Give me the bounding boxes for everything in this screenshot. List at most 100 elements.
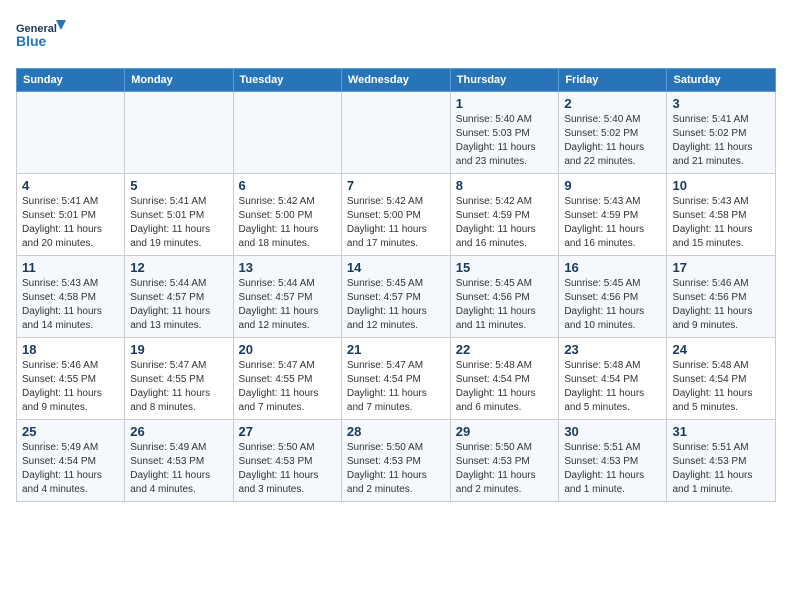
date-number: 24 [672,342,770,357]
calendar-cell: 28Sunrise: 5:50 AM Sunset: 4:53 PM Dayli… [341,420,450,502]
calendar-cell: 24Sunrise: 5:48 AM Sunset: 4:54 PM Dayli… [667,338,776,420]
cell-content: Sunrise: 5:41 AM Sunset: 5:02 PM Dayligh… [672,113,770,169]
calendar-cell [17,92,125,174]
date-number: 15 [456,260,554,275]
cell-content: Sunrise: 5:48 AM Sunset: 4:54 PM Dayligh… [456,359,554,415]
calendar-cell: 22 Sunrise: 5:48 AM Sunset: 4:54 PM Dayli… [450,338,559,420]
calendar-cell: 6 Sunrise: 5:42 AM Sunset: 5:00 PM Daylig… [233,174,341,256]
calendar-cell: 7 Sunrise: 5:42 AM Sunset: 5:00 PM Daylig… [341,174,450,256]
logo: General Blue [16,16,66,60]
header-row: SundayMondayTuesdayWednesdayThursdayFrid… [17,69,776,92]
week-row-1: 1Sunrise: 5:40 AM Sunset: 5:03 PM Daylig… [17,92,776,174]
calendar-cell: 26 Sunrise: 5:49 AM Sunset: 4:53 PM Dayli… [125,420,233,502]
date-number: 13 [239,260,336,275]
cell-content: Sunrise: 5:45 AM Sunset: 4:56 PM Dayligh… [564,277,661,333]
week-row-4: 18 Sunrise: 5:46 AM Sunset: 4:55 PM Dayli… [17,338,776,420]
date-number: 23 [564,342,661,357]
calendar-cell: 2 Sunrise: 5:40 AM Sunset: 5:02 PM Daylig… [559,92,667,174]
cell-content: Sunrise: 5:50 AM Sunset: 4:53 PM Dayligh… [239,441,336,497]
calendar-cell: 16 Sunrise: 5:45 AM Sunset: 4:56 PM Dayli… [559,256,667,338]
svg-text:Blue: Blue [16,33,47,49]
date-number: 20 [239,342,336,357]
cell-content: Sunrise: 5:42 AM Sunset: 5:00 PM Dayligh… [347,195,445,251]
cell-content: Sunrise: 5:41 AM Sunset: 5:01 PM Dayligh… [130,195,227,251]
calendar-cell [341,92,450,174]
calendar-cell: 8Sunrise: 5:42 AM Sunset: 4:59 PM Daylig… [450,174,559,256]
day-header-sunday: Sunday [17,69,125,92]
cell-content: Sunrise: 5:47 AM Sunset: 4:54 PM Dayligh… [347,359,445,415]
date-number: 9 [564,178,661,193]
calendar-cell: 3 Sunrise: 5:41 AM Sunset: 5:02 PM Daylig… [667,92,776,174]
calendar-cell: 11Sunrise: 5:43 AM Sunset: 4:58 PM Dayli… [17,256,125,338]
calendar-cell [125,92,233,174]
date-number: 5 [130,178,227,193]
day-header-friday: Friday [559,69,667,92]
cell-content: Sunrise: 5:48 AM Sunset: 4:54 PM Dayligh… [564,359,661,415]
cell-content: Sunrise: 5:51 AM Sunset: 4:53 PM Dayligh… [672,441,770,497]
calendar-cell: 23 Sunrise: 5:48 AM Sunset: 4:54 PM Dayli… [559,338,667,420]
date-number: 7 [347,178,445,193]
calendar-cell: 19Sunrise: 5:47 AM Sunset: 4:55 PM Dayli… [125,338,233,420]
page-header: General Blue [16,16,776,60]
logo-svg: General Blue [16,16,66,60]
date-number: 28 [347,424,445,439]
date-number: 30 [564,424,661,439]
cell-content: Sunrise: 5:49 AM Sunset: 4:53 PM Dayligh… [130,441,227,497]
date-number: 4 [22,178,119,193]
date-number: 31 [672,424,770,439]
cell-content: Sunrise: 5:44 AM Sunset: 4:57 PM Dayligh… [130,277,227,333]
date-number: 26 [130,424,227,439]
cell-content: Sunrise: 5:44 AM Sunset: 4:57 PM Dayligh… [239,277,336,333]
day-header-wednesday: Wednesday [341,69,450,92]
cell-content: Sunrise: 5:45 AM Sunset: 4:56 PM Dayligh… [456,277,554,333]
cell-content: Sunrise: 5:42 AM Sunset: 4:59 PM Dayligh… [456,195,554,251]
day-header-thursday: Thursday [450,69,559,92]
calendar-cell: 31 Sunrise: 5:51 AM Sunset: 4:53 PM Dayli… [667,420,776,502]
calendar-cell: 17 Sunrise: 5:46 AM Sunset: 4:56 PM Dayli… [667,256,776,338]
date-number: 16 [564,260,661,275]
date-number: 17 [672,260,770,275]
calendar-cell: 25Sunrise: 5:49 AM Sunset: 4:54 PM Dayli… [17,420,125,502]
date-number: 14 [347,260,445,275]
date-number: 22 [456,342,554,357]
date-number: 18 [22,342,119,357]
week-row-5: 25Sunrise: 5:49 AM Sunset: 4:54 PM Dayli… [17,420,776,502]
cell-content: Sunrise: 5:41 AM Sunset: 5:01 PM Dayligh… [22,195,119,251]
cell-content: Sunrise: 5:43 AM Sunset: 4:59 PM Dayligh… [564,195,661,251]
cell-content: Sunrise: 5:47 AM Sunset: 4:55 PM Dayligh… [130,359,227,415]
calendar-cell: 5 Sunrise: 5:41 AM Sunset: 5:01 PM Daylig… [125,174,233,256]
day-header-tuesday: Tuesday [233,69,341,92]
date-number: 12 [130,260,227,275]
calendar-cell: 9 Sunrise: 5:43 AM Sunset: 4:59 PM Daylig… [559,174,667,256]
calendar-cell: 29Sunrise: 5:50 AM Sunset: 4:53 PM Dayli… [450,420,559,502]
calendar-cell: 12 Sunrise: 5:44 AM Sunset: 4:57 PM Dayli… [125,256,233,338]
cell-content: Sunrise: 5:40 AM Sunset: 5:02 PM Dayligh… [564,113,661,169]
calendar-cell: 15 Sunrise: 5:45 AM Sunset: 4:56 PM Dayli… [450,256,559,338]
week-row-3: 11Sunrise: 5:43 AM Sunset: 4:58 PM Dayli… [17,256,776,338]
date-number: 25 [22,424,119,439]
cell-content: Sunrise: 5:46 AM Sunset: 4:55 PM Dayligh… [22,359,119,415]
cell-content: Sunrise: 5:43 AM Sunset: 4:58 PM Dayligh… [672,195,770,251]
cell-content: Sunrise: 5:40 AM Sunset: 5:03 PM Dayligh… [456,113,554,169]
calendar-cell: 18 Sunrise: 5:46 AM Sunset: 4:55 PM Dayli… [17,338,125,420]
date-number: 21 [347,342,445,357]
calendar-table: SundayMondayTuesdayWednesdayThursdayFrid… [16,68,776,502]
date-number: 6 [239,178,336,193]
week-row-2: 4 Sunrise: 5:41 AM Sunset: 5:01 PM Daylig… [17,174,776,256]
date-number: 27 [239,424,336,439]
calendar-cell: 20Sunrise: 5:47 AM Sunset: 4:55 PM Dayli… [233,338,341,420]
cell-content: Sunrise: 5:46 AM Sunset: 4:56 PM Dayligh… [672,277,770,333]
cell-content: Sunrise: 5:43 AM Sunset: 4:58 PM Dayligh… [22,277,119,333]
calendar-cell: 21 Sunrise: 5:47 AM Sunset: 4:54 PM Dayli… [341,338,450,420]
calendar-cell: 13 Sunrise: 5:44 AM Sunset: 4:57 PM Dayli… [233,256,341,338]
calendar-cell: 27 Sunrise: 5:50 AM Sunset: 4:53 PM Dayli… [233,420,341,502]
date-number: 29 [456,424,554,439]
calendar-cell: 10 Sunrise: 5:43 AM Sunset: 4:58 PM Dayli… [667,174,776,256]
calendar-cell: 14 Sunrise: 5:45 AM Sunset: 4:57 PM Dayli… [341,256,450,338]
cell-content: Sunrise: 5:45 AM Sunset: 4:57 PM Dayligh… [347,277,445,333]
date-number: 2 [564,96,661,111]
cell-content: Sunrise: 5:51 AM Sunset: 4:53 PM Dayligh… [564,441,661,497]
cell-content: Sunrise: 5:42 AM Sunset: 5:00 PM Dayligh… [239,195,336,251]
date-number: 10 [672,178,770,193]
date-number: 3 [672,96,770,111]
